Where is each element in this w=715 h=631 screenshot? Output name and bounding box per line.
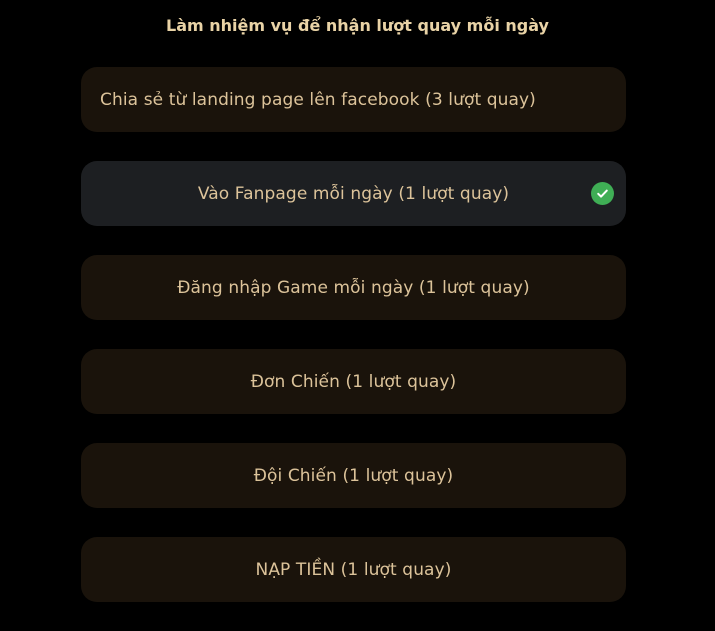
check-circle-icon — [591, 181, 614, 205]
task-label: Đơn Chiến (1 lượt quay) — [250, 371, 457, 392]
task-label: Chia sẻ từ landing page lên facebook (3 … — [100, 89, 536, 110]
task-label: NẠP TIỀN (1 lượt quay) — [255, 559, 452, 580]
task-team-battle[interactable]: Đội Chiến (1 lượt quay) — [81, 443, 626, 508]
task-login-game[interactable]: Đăng nhập Game mỗi ngày (1 lượt quay) — [81, 255, 626, 320]
task-share-facebook[interactable]: Chia sẻ từ landing page lên facebook (3 … — [81, 67, 626, 132]
task-list: Chia sẻ từ landing page lên facebook (3 … — [81, 67, 626, 631]
task-label: Đội Chiến (1 lượt quay) — [253, 465, 454, 486]
task-label: Đăng nhập Game mỗi ngày (1 lượt quay) — [177, 277, 530, 298]
page-title: Làm nhiệm vụ để nhận lượt quay mỗi ngày — [166, 16, 549, 35]
task-top-up[interactable]: NẠP TIỀN (1 lượt quay) — [81, 537, 626, 602]
task-solo-battle[interactable]: Đơn Chiến (1 lượt quay) — [81, 349, 626, 414]
task-label: Vào Fanpage mỗi ngày (1 lượt quay) — [197, 183, 510, 204]
task-visit-fanpage[interactable]: Vào Fanpage mỗi ngày (1 lượt quay) — [81, 161, 626, 226]
